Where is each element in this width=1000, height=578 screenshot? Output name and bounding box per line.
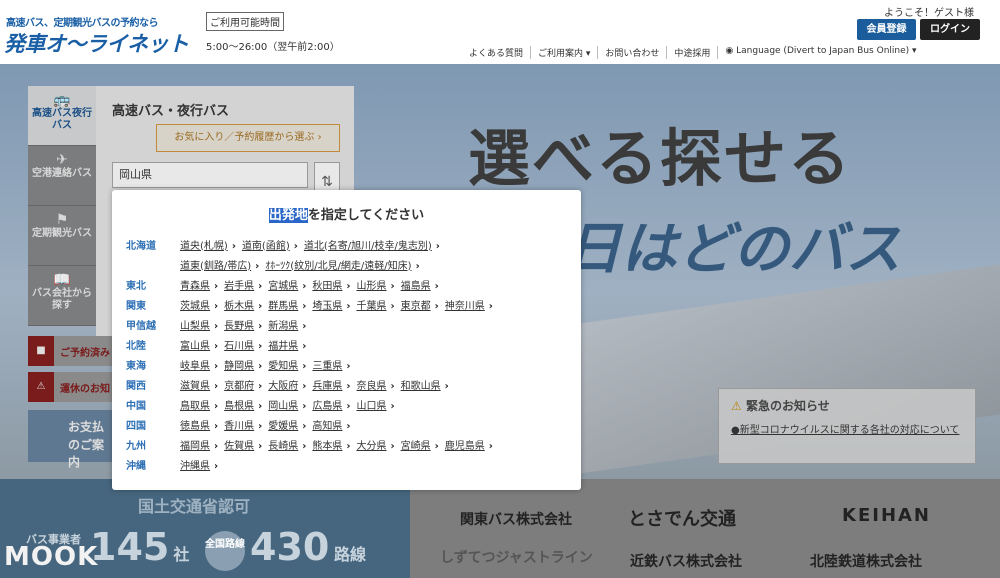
prefecture-link[interactable]: 和歌山県	[401, 377, 449, 392]
region-row: 東海 岐阜県静岡県愛知県三重県	[126, 354, 499, 374]
prefecture-list: 山梨県長野県新潟県	[180, 317, 312, 332]
prefecture-link[interactable]: 山梨県	[180, 317, 218, 332]
prefecture-link[interactable]: 大阪府	[268, 377, 306, 392]
region-row: 甲信越 山梨県長野県新潟県	[126, 314, 499, 334]
prefecture-link[interactable]: ｵﾎｰﾂｸ(紋別/北見/網走/遠軽/知床)	[265, 257, 419, 272]
prefecture-link[interactable]: 道北(名寄/旭川/枝幸/鬼志別)	[304, 237, 440, 252]
region-name: 東海	[126, 360, 146, 372]
region-name: 中国	[126, 400, 146, 412]
region-name: 北陸	[126, 340, 146, 352]
prefecture-link[interactable]: 長崎県	[268, 437, 306, 452]
prefecture-link[interactable]: 埼玉県	[312, 297, 350, 312]
region-row: 北海道 道央(札幌) 道南(函館) 道北(名寄/旭川/枝幸/鬼志別)	[126, 234, 499, 254]
prefecture-link[interactable]: 石川県	[224, 337, 262, 352]
prefecture-link[interactable]: 宮城県	[268, 277, 306, 292]
prefecture-link[interactable]: 神奈川県	[445, 297, 493, 312]
prefecture-link[interactable]: 茨城県	[180, 297, 218, 312]
prefecture-link[interactable]: 鹿児島県	[445, 437, 493, 452]
region-list: 北海道 道央(札幌) 道南(函館) 道北(名寄/旭川/枝幸/鬼志別) 道東(釧路/帯広)…	[126, 234, 499, 474]
prefecture-link[interactable]: 三重県	[312, 357, 350, 372]
prefecture-link[interactable]: 岡山県	[268, 397, 306, 412]
prefecture-link[interactable]: 香川県	[224, 417, 262, 432]
region-row: 道東(釧路/帯広) ｵﾎｰﾂｸ(紋別/北見/網走/遠軽/知床)	[126, 254, 499, 274]
region-row: 東北 青森県岩手県宮城県秋田県山形県福島県	[126, 274, 499, 294]
prefecture-link[interactable]: 富山県	[180, 337, 218, 352]
prefecture-link[interactable]: 広島県	[312, 397, 350, 412]
departure-select-modal: 出発地を指定してください 北海道 道央(札幌) 道南(函館) 道北(名寄/旭川/枝幸/…	[112, 190, 581, 490]
region-row: 関東 茨城県栃木県群馬県埼玉県千葉県東京都神奈川県	[126, 294, 499, 314]
prefecture-link[interactable]: 福島県	[401, 277, 439, 292]
prefecture-link[interactable]: 沖縄県	[180, 457, 218, 472]
prefecture-link[interactable]: 岩手県	[224, 277, 262, 292]
region-name: 甲信越	[126, 320, 156, 332]
prefecture-link[interactable]: 滋賀県	[180, 377, 218, 392]
prefecture-link[interactable]: 宮崎県	[401, 437, 439, 452]
prefecture-link[interactable]: 静岡県	[224, 357, 262, 372]
prefecture-list: 茨城県栃木県群馬県埼玉県千葉県東京都神奈川県	[180, 297, 499, 312]
region-name: 関西	[126, 380, 146, 392]
prefecture-link[interactable]: 道南(函館)	[242, 237, 298, 252]
prefecture-link[interactable]: 福井県	[268, 337, 306, 352]
prefecture-list: 道東(釧路/帯広) ｵﾎｰﾂｸ(紋別/北見/網走/遠軽/知床)	[180, 257, 426, 272]
prefecture-link[interactable]: 岐阜県	[180, 357, 218, 372]
prefecture-link[interactable]: 新潟県	[268, 317, 306, 332]
modal-title-highlight: 出発地	[268, 208, 308, 223]
prefecture-link[interactable]: 鳥取県	[180, 397, 218, 412]
modal-title-rest: を指定してください	[307, 208, 425, 223]
region-row: 四国 徳島県香川県愛媛県高知県	[126, 414, 499, 434]
prefecture-link[interactable]: 奈良県	[357, 377, 395, 392]
prefecture-link[interactable]: 山口県	[357, 397, 395, 412]
region-name: 四国	[126, 420, 146, 432]
region-name: 北海道	[126, 240, 156, 252]
prefecture-link[interactable]: 千葉県	[357, 297, 395, 312]
prefecture-link[interactable]: 秋田県	[312, 277, 350, 292]
prefecture-link[interactable]: 愛知県	[268, 357, 306, 372]
region-row: 九州 福岡県佐賀県長崎県熊本県大分県宮崎県鹿児島県	[126, 434, 499, 454]
prefecture-list: 徳島県香川県愛媛県高知県	[180, 417, 357, 432]
region-row: 関西 滋賀県京都府大阪府兵庫県奈良県和歌山県	[126, 374, 499, 394]
region-name: 関東	[126, 300, 146, 312]
prefecture-list: 道央(札幌) 道南(函館) 道北(名寄/旭川/枝幸/鬼志別)	[180, 237, 446, 252]
prefecture-list: 滋賀県京都府大阪府兵庫県奈良県和歌山県	[180, 377, 455, 392]
prefecture-link[interactable]: 青森県	[180, 277, 218, 292]
prefecture-link[interactable]: 徳島県	[180, 417, 218, 432]
region-name: 東北	[126, 280, 146, 292]
prefecture-list: 富山県石川県福井県	[180, 337, 312, 352]
prefecture-link[interactable]: 道東(釧路/帯広)	[180, 257, 259, 272]
prefecture-link[interactable]: 栃木県	[224, 297, 262, 312]
prefecture-link[interactable]: 福岡県	[180, 437, 218, 452]
prefecture-list: 鳥取県島根県岡山県広島県山口県	[180, 397, 401, 412]
prefecture-link[interactable]: 佐賀県	[224, 437, 262, 452]
prefecture-link[interactable]: 長野県	[224, 317, 262, 332]
prefecture-link[interactable]: 道央(札幌)	[180, 237, 236, 252]
region-name: 九州	[126, 440, 146, 452]
prefecture-link[interactable]: 愛媛県	[268, 417, 306, 432]
prefecture-link[interactable]: 東京都	[401, 297, 439, 312]
region-name: 沖縄	[126, 460, 146, 472]
prefecture-link[interactable]: 大分県	[357, 437, 395, 452]
region-row: 中国 鳥取県島根県岡山県広島県山口県	[126, 394, 499, 414]
prefecture-link[interactable]: 京都府	[224, 377, 262, 392]
region-row: 北陸 富山県石川県福井県	[126, 334, 499, 354]
prefecture-link[interactable]: 熊本県	[312, 437, 350, 452]
prefecture-list: 沖縄県	[180, 457, 224, 472]
prefecture-link[interactable]: 島根県	[224, 397, 262, 412]
prefecture-link[interactable]: 兵庫県	[312, 377, 350, 392]
prefecture-link[interactable]: 群馬県	[268, 297, 306, 312]
modal-title: 出発地を指定してください	[112, 204, 581, 223]
region-row: 沖縄 沖縄県	[126, 454, 499, 474]
prefecture-list: 福岡県佐賀県長崎県熊本県大分県宮崎県鹿児島県	[180, 437, 499, 452]
prefecture-list: 岐阜県静岡県愛知県三重県	[180, 357, 357, 372]
prefecture-link[interactable]: 山形県	[357, 277, 395, 292]
prefecture-link[interactable]: 高知県	[312, 417, 350, 432]
prefecture-list: 青森県岩手県宮城県秋田県山形県福島県	[180, 277, 445, 292]
